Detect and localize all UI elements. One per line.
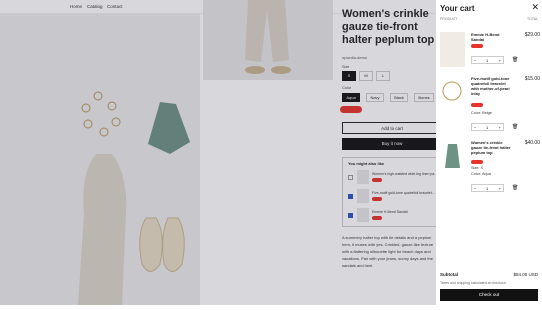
trash-icon[interactable]: 🗑 bbox=[512, 124, 518, 130]
overlay-scrim[interactable] bbox=[0, 0, 436, 305]
cart-item-price: $40.00 bbox=[524, 140, 540, 146]
col-product-header: PRODUCT bbox=[440, 17, 458, 21]
close-icon[interactable]: ✕ bbox=[531, 3, 539, 12]
cart-title: Your cart bbox=[440, 4, 475, 13]
subtotal-label: Subtotal bbox=[440, 272, 458, 277]
subtotal-value: $84.00 USD bbox=[513, 272, 538, 277]
trash-icon[interactable]: 🗑 bbox=[512, 185, 518, 191]
quantity-stepper[interactable]: − 1 + bbox=[471, 123, 504, 131]
tax-note: Taxes and shipping calculated at checkou… bbox=[440, 281, 506, 285]
minus-icon[interactable]: − bbox=[474, 125, 476, 130]
col-total-header: TOTAL bbox=[527, 17, 538, 21]
cart-item-variant: Size: S bbox=[471, 166, 484, 170]
quantity-stepper[interactable]: − 1 + bbox=[471, 184, 504, 192]
quantity-value[interactable]: 1 bbox=[486, 186, 488, 191]
cart-item-price: $15.00 bbox=[524, 76, 540, 82]
plus-icon[interactable]: + bbox=[499, 186, 501, 191]
cart-drawer: Your cart ✕ PRODUCT TOTAL Emmie H-Bend S… bbox=[436, 0, 542, 305]
cart-item-variant: Color: Aqua bbox=[471, 172, 491, 176]
cart-item: Women's crinkle gauze tie-front halter p… bbox=[440, 140, 540, 198]
quantity-value[interactable]: 1 bbox=[486, 125, 488, 130]
cart-item-name[interactable]: Five-motif gold-tone quatrefoil bracelet… bbox=[471, 76, 511, 96]
cart-item-image[interactable] bbox=[440, 32, 465, 67]
minus-icon[interactable]: − bbox=[474, 186, 476, 191]
cart-item: Emmie H-Bend Sandal $29.00 − 1 + 🗑 bbox=[440, 32, 540, 74]
cart-item-image[interactable] bbox=[440, 140, 465, 175]
cart-item-name[interactable]: Emmie H-Bend Sandal bbox=[471, 32, 511, 42]
quantity-value[interactable]: 1 bbox=[486, 58, 488, 63]
bracelet-image bbox=[442, 81, 462, 101]
minus-icon[interactable]: − bbox=[474, 58, 476, 63]
checkout-button[interactable]: Check out bbox=[440, 289, 538, 301]
cart-item: Five-motif gold-tone quatrefoil bracelet… bbox=[440, 76, 540, 136]
cart-item-name[interactable]: Women's crinkle gauze tie-front halter p… bbox=[471, 140, 511, 155]
cart-item-variant: Color: Beige bbox=[471, 111, 492, 115]
cart-item-image[interactable] bbox=[440, 76, 465, 111]
trash-icon[interactable]: 🗑 bbox=[512, 57, 518, 63]
top-image bbox=[445, 144, 460, 168]
redaction-mark bbox=[471, 160, 483, 164]
plus-icon[interactable]: + bbox=[499, 125, 501, 130]
quantity-stepper[interactable]: − 1 + bbox=[471, 56, 504, 64]
plus-icon[interactable]: + bbox=[499, 58, 501, 63]
cart-item-price: $29.00 bbox=[524, 32, 540, 38]
redaction-mark bbox=[471, 44, 483, 48]
redaction-mark bbox=[471, 103, 483, 107]
